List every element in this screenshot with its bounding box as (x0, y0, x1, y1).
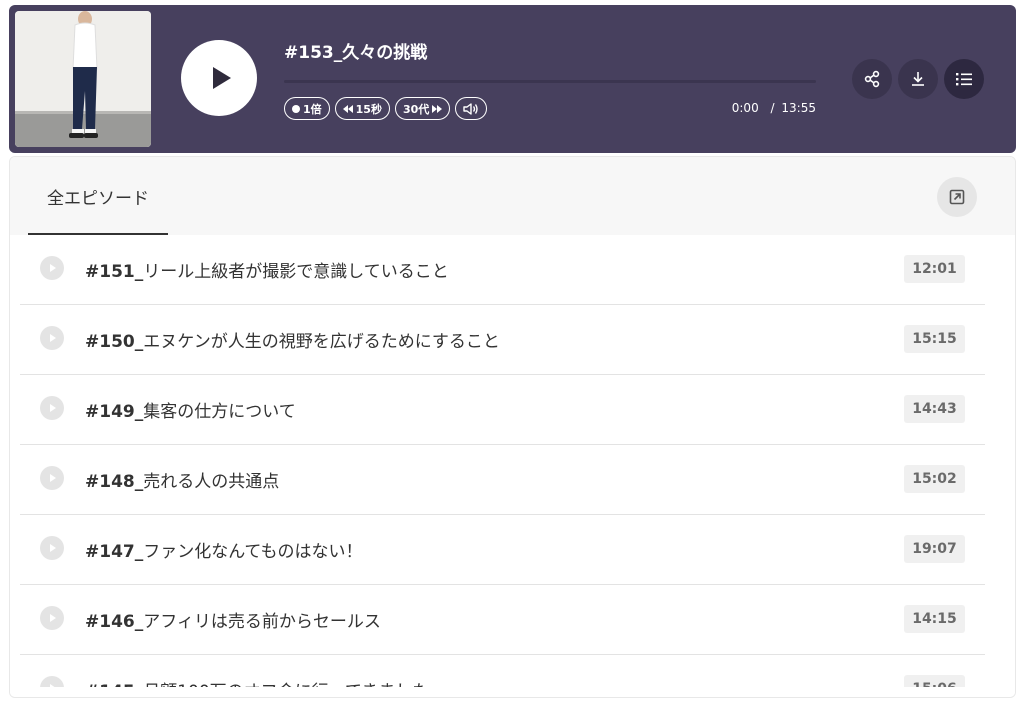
download-button[interactable] (898, 59, 938, 99)
forward-label: 30代 (402, 102, 430, 116)
episode-list: #151_リール上級者が撮影で意識していること 12:01 #150_エヌケンが人生… (20, 235, 985, 697)
volume-button[interactable] (455, 97, 488, 120)
total-time: 13:55 (781, 101, 816, 115)
episode-number: #148_ (85, 472, 144, 492)
play-icon (50, 264, 56, 272)
current-episode-title: #153_久々の挑戦 (284, 43, 428, 63)
rewind-icon (342, 104, 353, 113)
episode-title: #147_ファン化なんてものはない！ (85, 537, 363, 562)
episode-row[interactable]: #147_ファン化なんてものはない！ 19:07 (20, 515, 985, 585)
episode-title-text: 売れる人の共通点 (143, 472, 280, 492)
episode-play-button[interactable] (40, 326, 64, 350)
episode-row[interactable]: #151_リール上級者が撮影で意識していること 12:01 (20, 235, 985, 305)
episode-duration: 14:43 (904, 395, 965, 423)
external-link-icon (949, 189, 965, 205)
episode-play-button[interactable] (40, 536, 64, 560)
episode-title-text: 集客の仕方について (143, 402, 296, 422)
episode-title-text: ファン化なんてものはない！ (143, 542, 363, 562)
episode-title-text: アフィリは売る前からセールス (143, 612, 381, 632)
volume-icon (463, 102, 478, 115)
rewind-label: 15秒 (355, 102, 382, 116)
share-icon (864, 70, 880, 88)
episode-list-panel: 全エピソード #151_リール上級者が撮影で意識していること 12:01 #150_… (9, 156, 1016, 698)
episode-play-button[interactable] (40, 256, 64, 280)
speed-button[interactable]: 1倍 (284, 97, 330, 120)
episode-duration: 14:15 (904, 605, 965, 633)
tab-all-episodes-label: 全エピソード (47, 188, 149, 209)
episode-title: #151_リール上級者が撮影で意識していること (85, 257, 449, 282)
episode-number: #150_ (85, 332, 144, 352)
play-icon (50, 474, 56, 482)
play-button[interactable] (181, 40, 257, 116)
episode-title: #150_エヌケンが人生の視野を広げるためにすること (85, 327, 500, 352)
episode-number: #147_ (85, 542, 144, 562)
share-button[interactable] (852, 59, 892, 99)
play-icon (50, 544, 56, 552)
episode-duration: 15:15 (904, 325, 965, 353)
episode-title: #146_アフィリは売る前からセールス (85, 607, 381, 632)
episode-title-text: エヌケンが人生の視野を広げるためにすること (143, 332, 500, 352)
episode-title-text: リール上級者が撮影で意識していること (143, 262, 449, 282)
episode-duration: 19:07 (904, 535, 965, 563)
playback-controls: 1倍 15秒 30代 (284, 97, 488, 120)
speed-icon (292, 104, 300, 113)
episode-duration: 15:02 (904, 465, 965, 493)
forward-button[interactable]: 30代 (394, 97, 451, 120)
episode-play-button[interactable] (40, 396, 64, 420)
episode-title: #148_売れる人の共通点 (85, 467, 279, 492)
rewind-button[interactable]: 15秒 (334, 97, 390, 120)
episode-duration: 12:01 (904, 255, 965, 283)
episode-number: #151_ (85, 262, 144, 282)
episode-title: #149_集客の仕方について (85, 397, 296, 422)
list-bottom-fade (10, 687, 1015, 697)
progress-bar[interactable] (284, 80, 816, 83)
episode-row[interactable]: #146_アフィリは売る前からセールス 14:15 (20, 585, 985, 655)
episode-number: #146_ (85, 612, 144, 632)
episode-row[interactable]: #150_エヌケンが人生の視野を広げるためにすること 15:15 (20, 305, 985, 375)
episode-row[interactable]: #148_売れる人の共通点 15:02 (20, 445, 985, 515)
episode-list-header: 全エピソード (10, 157, 1015, 235)
episode-list-button[interactable] (944, 59, 984, 99)
current-time: 0:00 (731, 101, 759, 115)
play-icon (212, 67, 231, 89)
episode-play-button[interactable] (40, 466, 64, 490)
audio-player: #153_久々の挑戦 1倍 15秒 30代 0:00 / 13:55 (9, 5, 1016, 153)
tab-all-episodes[interactable]: 全エピソード (28, 157, 168, 235)
time-display: 0:00 / 13:55 (732, 101, 816, 115)
time-separator: / (770, 101, 775, 115)
play-icon (50, 334, 56, 342)
play-icon (50, 614, 56, 622)
episode-number: #149_ (85, 402, 144, 422)
episode-cover-image (15, 11, 151, 147)
download-icon (912, 72, 924, 86)
speed-label: 1倍 (303, 102, 322, 116)
episode-row[interactable]: #149_集客の仕方について 14:43 (20, 375, 985, 445)
play-icon (50, 404, 56, 412)
open-external-button[interactable] (937, 177, 977, 217)
list-icon (956, 73, 972, 86)
fast-forward-icon (432, 104, 443, 113)
episode-play-button[interactable] (40, 606, 64, 630)
